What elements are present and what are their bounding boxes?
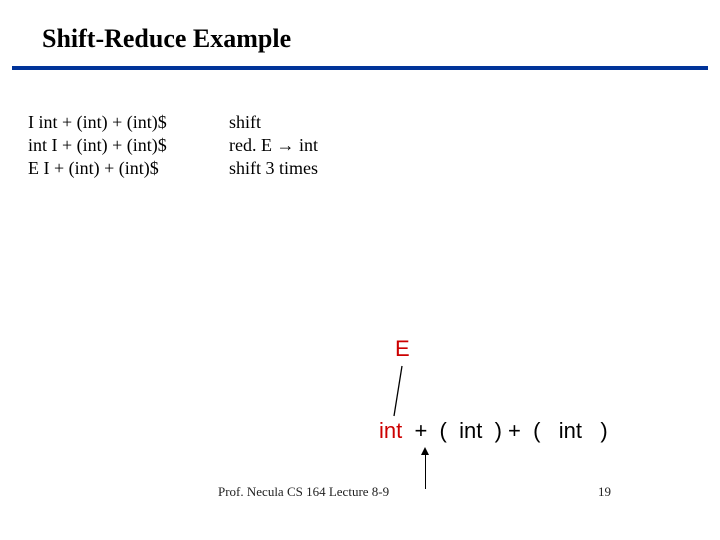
step-row: E I + (int) + (int)$ shift 3 times [28,158,318,179]
step-row: I int + (int) + (int)$ shift [28,112,318,133]
page-title: Shift-Reduce Example [42,24,291,54]
token-int: int [559,418,582,443]
title-rule [12,66,708,70]
step-action: shift 3 times [229,158,318,179]
step-config: I int + (int) + (int)$ [28,112,229,133]
footer-page-number: 19 [598,484,611,500]
step-action: shift [229,112,261,133]
token-int: int [379,418,402,443]
token-seg: + ( [402,418,459,443]
step-action: red. E → int [229,135,318,156]
token-stream: int + ( int ) + ( int ) [379,418,608,444]
arrow-icon: → [276,135,294,155]
token-int: int [459,418,482,443]
step-config: int I + (int) + (int)$ [28,135,229,156]
cursor-marker [425,449,426,489]
derivation-steps: I int + (int) + (int)$ shift int I + (in… [28,112,318,181]
token-seg: ) + ( [482,418,558,443]
footer-left: Prof. Necula CS 164 Lecture 8-9 [218,484,389,500]
slide: Shift-Reduce Example I int + (int) + (in… [0,0,720,540]
step-row: int I + (int) + (int)$ red. E → int [28,135,318,156]
token-seg: ) [582,418,608,443]
step-config: E I + (int) + (int)$ [28,158,229,179]
